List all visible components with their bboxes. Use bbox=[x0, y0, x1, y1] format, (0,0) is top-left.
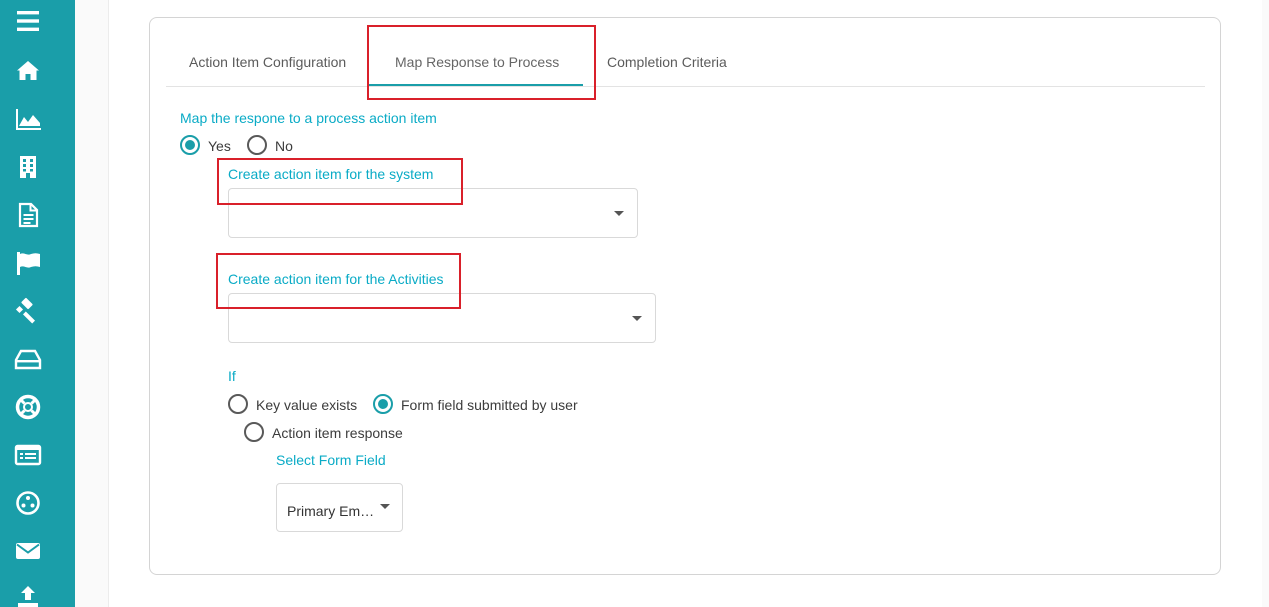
radio-action-item-response-label: Action item response bbox=[272, 425, 403, 441]
radio-key-value-exists-label: Key value exists bbox=[256, 397, 358, 413]
area-chart-icon[interactable] bbox=[14, 105, 42, 133]
chevron-down-icon bbox=[380, 504, 390, 509]
radio-form-field-submitted[interactable] bbox=[373, 394, 393, 414]
page-gutter-right bbox=[1262, 0, 1269, 607]
radio-no[interactable] bbox=[247, 135, 267, 155]
radio-yes[interactable] bbox=[180, 135, 200, 155]
system-field-label: Create action item for the system bbox=[228, 166, 434, 182]
menu-icon[interactable] bbox=[14, 7, 42, 35]
tab-action-item-configuration[interactable]: Action Item Configuration bbox=[189, 18, 346, 87]
network-icon[interactable] bbox=[14, 489, 42, 517]
form-field-select[interactable]: Primary Em… bbox=[276, 483, 403, 532]
config-card: Action Item Configuration Map Response t… bbox=[149, 17, 1221, 575]
gavel-icon[interactable] bbox=[14, 297, 42, 325]
radio-form-field-submitted-label: Form field submitted by user bbox=[401, 397, 578, 413]
map-response-label: Map the respone to a process action item bbox=[180, 110, 437, 126]
list-card-icon[interactable] bbox=[14, 441, 42, 469]
form-field-select-value: Primary Em… bbox=[287, 503, 375, 519]
home-icon[interactable] bbox=[14, 57, 42, 85]
tab-map-response-to-process[interactable]: Map Response to Process bbox=[395, 18, 559, 87]
building-icon[interactable] bbox=[14, 153, 42, 181]
activities-select[interactable] bbox=[228, 293, 656, 343]
chevron-down-icon bbox=[614, 211, 624, 216]
radio-yes-label: Yes bbox=[208, 138, 231, 154]
sidebar bbox=[0, 0, 75, 607]
select-form-field-label: Select Form Field bbox=[276, 452, 386, 468]
upload-icon[interactable] bbox=[14, 583, 42, 607]
activities-field-label: Create action item for the Activities bbox=[228, 271, 444, 287]
system-select[interactable] bbox=[228, 188, 638, 238]
page-gutter bbox=[75, 0, 109, 607]
radio-no-label: No bbox=[275, 138, 293, 154]
flag-icon[interactable] bbox=[14, 249, 42, 277]
lifebuoy-icon[interactable] bbox=[14, 393, 42, 421]
mail-icon[interactable] bbox=[14, 537, 42, 565]
tab-bar: Action Item Configuration Map Response t… bbox=[166, 18, 1205, 87]
radio-key-value-exists[interactable] bbox=[228, 394, 248, 414]
active-tab-indicator bbox=[369, 84, 583, 86]
tab-completion-criteria[interactable]: Completion Criteria bbox=[607, 18, 727, 87]
if-label: If bbox=[228, 368, 236, 384]
document-icon[interactable] bbox=[14, 201, 42, 229]
inbox-drive-icon[interactable] bbox=[14, 345, 42, 373]
chevron-down-icon bbox=[632, 316, 642, 321]
radio-action-item-response[interactable] bbox=[244, 422, 264, 442]
